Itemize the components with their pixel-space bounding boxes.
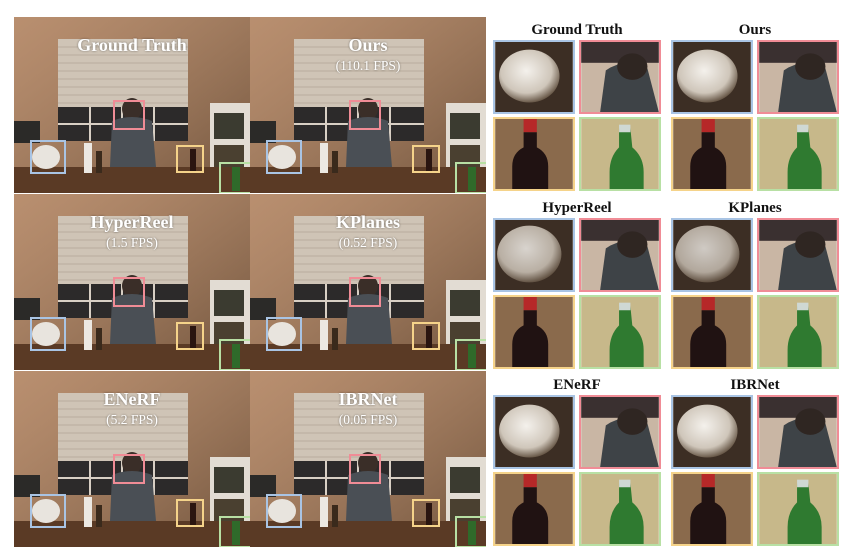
crop-panel-title: Ground Truth — [531, 22, 623, 38]
crop-panel-title: IBRNet — [730, 377, 780, 393]
crop-skull — [493, 218, 575, 292]
crop-skull — [671, 395, 753, 469]
highlight-box-green — [219, 516, 250, 547]
crop-person — [579, 218, 661, 292]
scene-enerf: ENeRF (5.2 FPS) — [14, 371, 250, 547]
highlight-box-blue — [266, 140, 302, 174]
scene-caption: KPlanes (0.52 FPS) — [250, 212, 486, 252]
scene-ibrnet: IBRNet (0.05 FPS) — [250, 371, 486, 547]
highlight-box-blue — [30, 140, 66, 174]
crop-person — [757, 218, 839, 292]
crop-wine-bottle — [671, 472, 753, 546]
highlight-box-green — [455, 516, 486, 547]
scene-caption: Ground Truth — [14, 35, 250, 57]
scene-caption: Ours (110.1 FPS) — [250, 35, 486, 75]
scene-ours: Ours (110.1 FPS) — [250, 17, 486, 193]
crop-skull — [493, 40, 575, 114]
crop-skull — [493, 395, 575, 469]
highlight-box-blue — [266, 317, 302, 351]
scene-name: HyperReel — [90, 212, 174, 232]
highlight-box-yellow — [412, 499, 440, 527]
scene-fps: (0.05 FPS) — [338, 412, 398, 427]
highlight-box-green — [219, 162, 250, 193]
scene-fps: (1.5 FPS) — [106, 235, 158, 250]
highlight-box-red — [113, 100, 145, 130]
scene-fps: (5.2 FPS) — [106, 412, 158, 427]
highlight-box-green — [219, 339, 250, 370]
crop-green-bottle — [579, 117, 661, 191]
highlight-box-yellow — [412, 322, 440, 350]
crop-green-bottle — [757, 295, 839, 369]
highlight-box-yellow — [176, 499, 204, 527]
scene-name: ENeRF — [103, 389, 161, 409]
crop-green-bottle — [757, 117, 839, 191]
crop-panel-title: Ours — [738, 22, 772, 38]
highlight-box-red — [113, 277, 145, 307]
highlight-box-blue — [30, 317, 66, 351]
scene-caption: IBRNet (0.05 FPS) — [250, 389, 486, 429]
highlight-box-red — [349, 454, 381, 484]
highlight-box-red — [113, 454, 145, 484]
crop-wine-bottle — [493, 295, 575, 369]
crop-green-bottle — [579, 295, 661, 369]
scene-fps: (110.1 FPS) — [335, 58, 401, 73]
scene-caption: ENeRF (5.2 FPS) — [14, 389, 250, 429]
crop-panel-title: KPlanes — [728, 200, 782, 216]
highlight-box-red — [349, 100, 381, 130]
crop-wine-bottle — [493, 472, 575, 546]
highlight-box-red — [349, 277, 381, 307]
crop-panel-title: ENeRF — [553, 377, 601, 393]
crop-person — [757, 40, 839, 114]
highlight-box-green — [455, 339, 486, 370]
highlight-box-yellow — [176, 322, 204, 350]
scene-hyperreel: HyperReel (1.5 FPS) — [14, 194, 250, 370]
crop-person — [579, 40, 661, 114]
crop-person — [579, 395, 661, 469]
crop-skull — [671, 218, 753, 292]
scene-ground-truth: Ground Truth — [14, 17, 250, 193]
crop-green-bottle — [757, 472, 839, 546]
highlight-box-blue — [30, 494, 66, 528]
crop-panel-title: HyperReel — [542, 200, 612, 216]
crop-wine-bottle — [671, 295, 753, 369]
scene-kplanes: KPlanes (0.52 FPS) — [250, 194, 486, 370]
crop-person — [757, 395, 839, 469]
crop-skull — [671, 40, 753, 114]
crop-green-bottle — [579, 472, 661, 546]
scene-name: KPlanes — [335, 212, 400, 232]
scene-name: IBRNet — [338, 389, 398, 409]
scene-caption: HyperReel (1.5 FPS) — [14, 212, 250, 252]
highlight-box-blue — [266, 494, 302, 528]
crop-wine-bottle — [671, 117, 753, 191]
highlight-box-yellow — [176, 145, 204, 173]
scene-fps: (0.52 FPS) — [338, 235, 398, 250]
crop-wine-bottle — [493, 117, 575, 191]
scene-name: Ours — [348, 35, 388, 55]
highlight-box-yellow — [412, 145, 440, 173]
scene-name: Ground Truth — [77, 35, 187, 55]
highlight-box-green — [455, 162, 486, 193]
